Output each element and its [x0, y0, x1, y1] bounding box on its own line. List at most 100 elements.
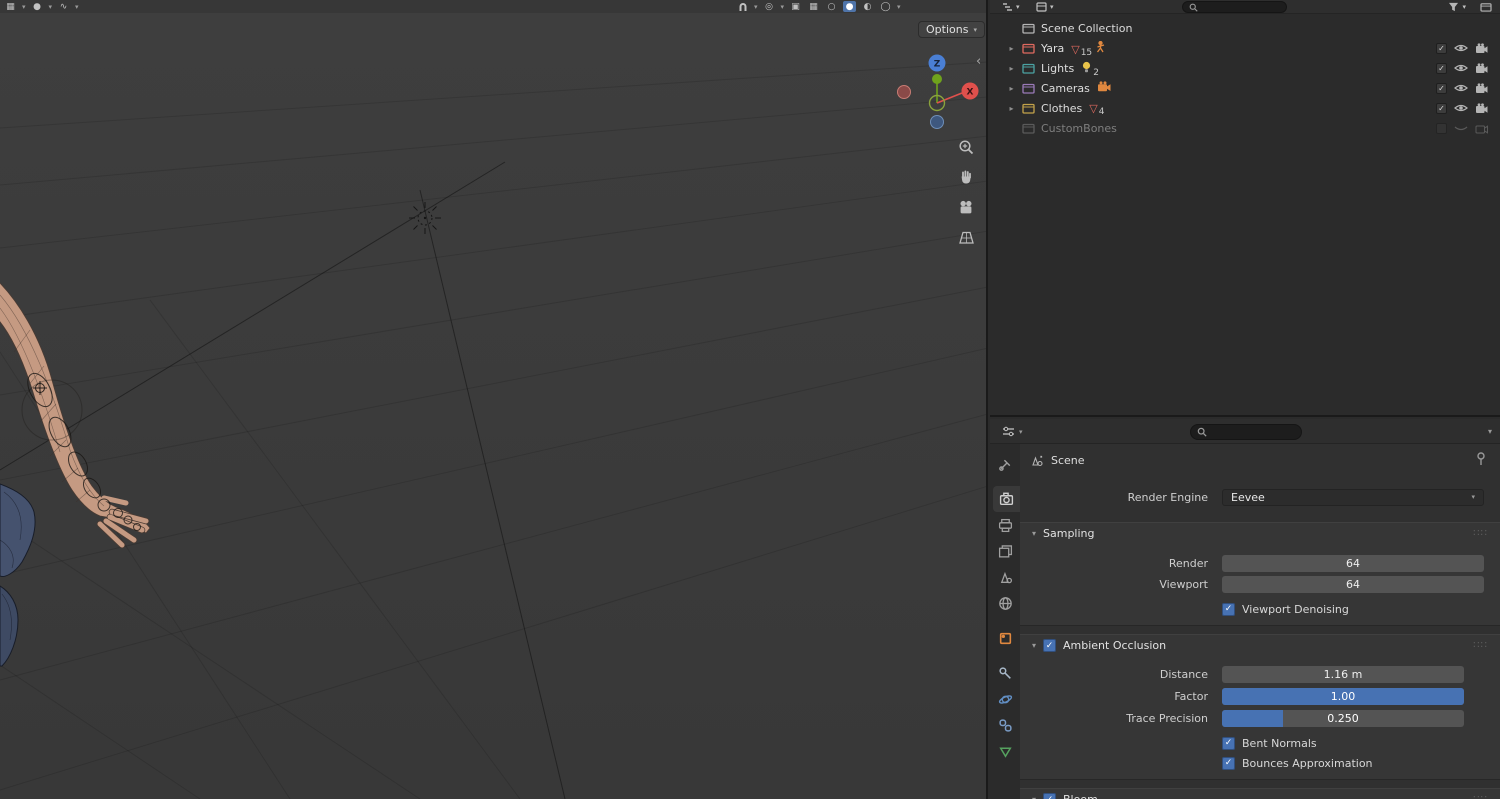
outliner-row-scene-collection[interactable]: Scene Collection — [990, 18, 1500, 38]
panel-grip-icon[interactable]: ∷∷ — [1473, 640, 1488, 651]
render-visibility-icon[interactable] — [1475, 123, 1488, 134]
navigation-gizmo[interactable]: Z X — [892, 51, 982, 136]
ao-factor-slider[interactable]: 1.00 — [1222, 687, 1464, 705]
outliner-filter[interactable]: ▾ — [1448, 0, 1466, 14]
editor-type-icon[interactable]: ▦ — [4, 1, 17, 12]
gizmo-y-axis[interactable] — [932, 74, 942, 84]
properties-tab-strip — [990, 444, 1020, 799]
tab-object-data-properties[interactable] — [990, 738, 1020, 764]
tab-modifier-properties[interactable] — [990, 660, 1020, 686]
sampling-panel-header[interactable]: ▾ Sampling ∷∷ — [1020, 523, 1500, 544]
chevron-down-icon[interactable]: ▾ — [781, 3, 785, 11]
outliner-display-mode[interactable]: ▾ — [1036, 0, 1054, 14]
shading-wireframe-icon[interactable]: ○ — [825, 1, 838, 12]
outliner-search-input[interactable] — [1202, 2, 1280, 12]
ao-distance-field[interactable]: 1.16 m — [1222, 665, 1464, 683]
gizmo-neg-x-axis[interactable] — [897, 85, 911, 99]
outliner-row-yara[interactable]: ▸ Yara ▽ 15 ✓ — [990, 38, 1500, 58]
armature-bones[interactable] — [21, 369, 141, 531]
outliner-row-lights[interactable]: ▸ Lights 2 ✓ — [990, 58, 1500, 78]
shading-solid-icon[interactable]: ● — [843, 1, 857, 12]
zoom-tool-icon[interactable] — [954, 135, 978, 159]
ortho-grid-icon[interactable] — [954, 225, 978, 249]
bloom-enable-checkbox[interactable]: ✓ — [1043, 793, 1057, 799]
properties-header: ▾ ▾ — [990, 419, 1500, 444]
options-button[interactable]: Options ▾ — [918, 21, 985, 38]
tab-tool[interactable] — [990, 451, 1020, 477]
curve-icon[interactable]: ∿ — [57, 1, 70, 12]
render-visibility-icon[interactable] — [1475, 62, 1488, 74]
properties-editor-type[interactable]: ▾ — [1002, 419, 1023, 444]
eye-closed-icon[interactable] — [1454, 123, 1468, 133]
chevron-down-icon[interactable]: ▾ — [75, 3, 79, 11]
render-visibility-icon[interactable] — [1475, 82, 1488, 94]
new-collection-button[interactable] — [1480, 0, 1492, 14]
properties-options-menu[interactable]: ▾ — [1488, 419, 1492, 444]
ao-panel-header[interactable]: ▾ ✓ Ambient Occlusion ∷∷ — [1020, 635, 1500, 656]
eye-icon[interactable] — [1454, 43, 1468, 53]
overlays-toggle-icon[interactable]: ▦ — [807, 1, 820, 12]
panel-grip-icon[interactable]: ∷∷ — [1473, 528, 1488, 539]
tab-scene-properties[interactable] — [990, 564, 1020, 590]
light-gizmo[interactable] — [409, 202, 441, 234]
render-engine-dropdown[interactable]: Eevee ▾ — [1222, 488, 1484, 506]
eye-icon[interactable] — [1454, 83, 1468, 93]
tab-constraint-properties[interactable] — [990, 712, 1020, 738]
proportional-editing-icon[interactable]: ◎ — [763, 1, 776, 12]
viewport-scene[interactable] — [0, 0, 988, 799]
gizmo-toggle-icon[interactable]: ▣ — [789, 1, 802, 12]
exclude-checkbox[interactable]: ✓ — [1436, 82, 1447, 94]
outliner-row-custombones[interactable]: CustomBones — [990, 118, 1500, 138]
properties-search[interactable] — [1190, 419, 1302, 444]
exclude-checkbox[interactable]: ✓ — [1436, 62, 1447, 74]
chevron-down-icon[interactable]: ▾ — [22, 3, 26, 11]
tab-view-layer-properties[interactable] — [990, 538, 1020, 564]
mode-icon[interactable]: ● — [31, 1, 44, 12]
tab-output-properties[interactable] — [990, 512, 1020, 538]
gizmo-neg-z-axis[interactable] — [930, 115, 944, 129]
ao-trace-precision-slider[interactable]: 0.250 — [1222, 709, 1464, 727]
exclude-checkbox[interactable]: ✓ — [1436, 42, 1447, 54]
eye-icon[interactable] — [1454, 63, 1468, 73]
outliner-row-clothes[interactable]: ▸ Clothes ▽ 4 ✓ — [990, 98, 1500, 118]
shading-material-icon[interactable]: ◐ — [861, 1, 874, 12]
character-skirt[interactable] — [0, 483, 36, 667]
bounces-approximation-checkbox[interactable]: ✓ — [1222, 756, 1235, 770]
tab-world-properties[interactable] — [990, 590, 1020, 616]
ao-enable-checkbox[interactable]: ✓ — [1043, 639, 1057, 652]
search-icon — [1189, 3, 1198, 12]
exclude-checkbox-empty[interactable] — [1436, 122, 1447, 134]
3d-viewport[interactable]: ▦ ▾ ● ▾ ∿ ▾ ▾ ◎ ▾ ▣ ▦ ○ ● ◐ ◯ ▾ Options … — [0, 0, 988, 799]
exclude-checkbox[interactable]: ✓ — [1436, 102, 1447, 114]
panel-grip-icon[interactable]: ∷∷ — [1473, 794, 1488, 799]
render-visibility-icon[interactable] — [1475, 42, 1488, 54]
tab-render-properties[interactable] — [993, 486, 1020, 512]
outliner-row-cameras[interactable]: ▸ Cameras ✓ — [990, 78, 1500, 98]
disclosure-triangle-icon[interactable]: ▸ — [1004, 64, 1019, 73]
breadcrumb-label[interactable]: Scene — [1051, 454, 1085, 467]
disclosure-triangle-icon[interactable]: ▸ — [1004, 84, 1019, 93]
outliner-label: Cameras — [1041, 81, 1090, 95]
chevron-down-icon[interactable]: ▾ — [897, 3, 901, 11]
eye-icon[interactable] — [1454, 103, 1468, 113]
bent-normals-checkbox[interactable]: ✓ — [1222, 736, 1235, 750]
disclosure-triangle-icon[interactable]: ▸ — [1004, 44, 1019, 53]
outliner-editor-type[interactable]: ▾ — [1002, 0, 1020, 14]
chevron-down-icon[interactable]: ▾ — [754, 3, 758, 11]
render-visibility-icon[interactable] — [1475, 102, 1488, 114]
snap-magnet-icon[interactable] — [736, 1, 749, 12]
disclosure-triangle-icon[interactable]: ▸ — [1004, 104, 1019, 113]
sampling-viewport-field[interactable]: 64 — [1222, 575, 1484, 593]
tab-physics-properties[interactable] — [990, 686, 1020, 712]
outliner-search[interactable] — [1182, 0, 1287, 14]
bloom-panel-header[interactable]: ▾ ✓ Bloom ∷∷ — [1020, 789, 1500, 799]
shading-rendered-icon[interactable]: ◯ — [879, 1, 892, 12]
properties-search-input[interactable] — [1211, 426, 1289, 437]
viewport-camera-icon[interactable] — [954, 195, 978, 219]
pan-hand-icon[interactable] — [954, 165, 978, 189]
pin-icon[interactable] — [1476, 451, 1486, 469]
chevron-down-icon[interactable]: ▾ — [49, 3, 53, 11]
sampling-render-field[interactable]: 64 — [1222, 554, 1484, 572]
viewport-denoising-checkbox[interactable]: ✓ — [1222, 602, 1235, 616]
tab-object-properties[interactable] — [990, 625, 1020, 651]
